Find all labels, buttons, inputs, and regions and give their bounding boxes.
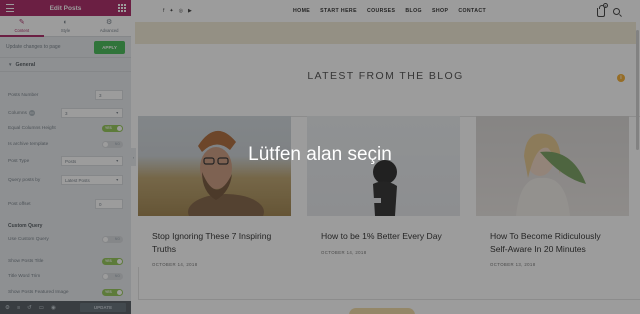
app-window: Edit Posts ✎ Content ◐ Style ⚙ Advanced … [0, 0, 640, 314]
overlay-prompt: Lütfen alan seçin [248, 144, 392, 165]
